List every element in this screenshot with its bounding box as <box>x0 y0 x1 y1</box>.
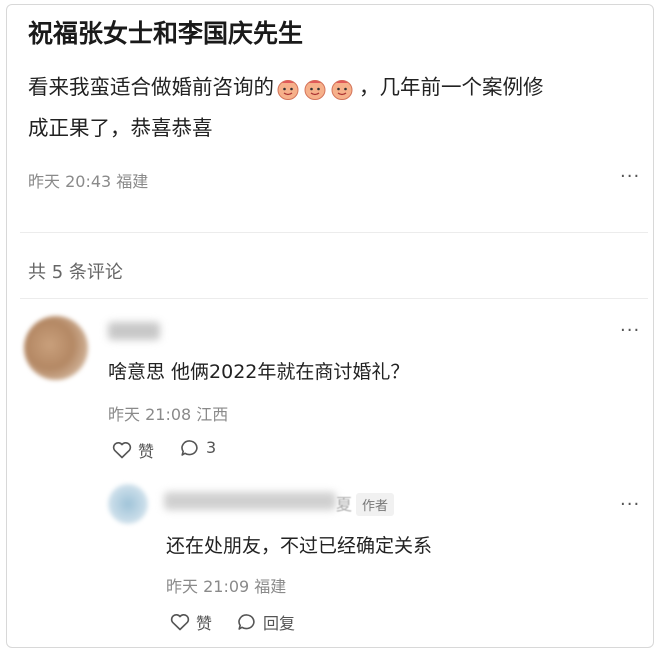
avatar[interactable] <box>108 484 148 524</box>
like-label: 赞 <box>138 442 155 461</box>
author-badge: 作者 <box>356 493 395 516</box>
reply-meta: 昨天 21:09 福建 <box>166 577 287 596</box>
comment-bubble-icon <box>181 439 198 456</box>
comment-text: 啥意思 他俩2022年就在商讨婚礼？ <box>108 361 410 383</box>
comment-reply-button[interactable]: 3 <box>180 438 216 457</box>
reply-author-name-suffix: 夏 <box>336 495 353 514</box>
commenter-name-blurred[interactable] <box>108 322 160 340</box>
reply-author-name-blurred[interactable] <box>164 492 336 510</box>
comment-more-button[interactable]: ··· <box>620 320 640 341</box>
smiling-face-emoji-icon <box>304 79 326 100</box>
heart-icon <box>112 442 132 459</box>
reply-text: 还在处朋友，不过已经确定关系 <box>166 535 433 557</box>
divider <box>20 298 648 299</box>
post-title: 祝福张女士和李国庆先生 <box>28 19 304 48</box>
reply-like-button[interactable]: 赞 <box>170 610 212 634</box>
post-body-prefix: 看来我蛮适合做婚前咨询的 <box>28 75 274 99</box>
avatar[interactable] <box>24 316 88 380</box>
post-body-line-1: 看来我蛮适合做婚前咨询的 ，几年前一个案例修 <box>28 70 544 101</box>
comment-count: 共 5 条评论 <box>28 262 123 283</box>
reply-reply-button[interactable]: 回复 <box>237 610 295 634</box>
post-body-line-2: 成正果了，恭喜恭喜 <box>28 116 213 140</box>
post-body-suffix: ，几年前一个案例修 <box>359 75 544 99</box>
comment-meta: 昨天 21:08 江西 <box>108 405 229 424</box>
comment-bubble-icon <box>238 614 255 630</box>
divider <box>20 232 648 233</box>
reply-more-button[interactable]: ··· <box>620 494 640 515</box>
like-label: 赞 <box>196 614 213 633</box>
smiling-face-emoji-icon <box>331 79 353 100</box>
emoji-group <box>276 76 357 101</box>
reply-count: 3 <box>206 438 217 457</box>
smiling-face-emoji-icon <box>277 79 299 100</box>
post-more-button[interactable]: ··· <box>620 166 640 187</box>
reply-label: 回复 <box>263 614 296 633</box>
post-meta: 昨天 20:43 福建 <box>28 172 149 191</box>
heart-icon <box>170 614 190 631</box>
comment-like-button[interactable]: 赞 <box>112 438 154 462</box>
